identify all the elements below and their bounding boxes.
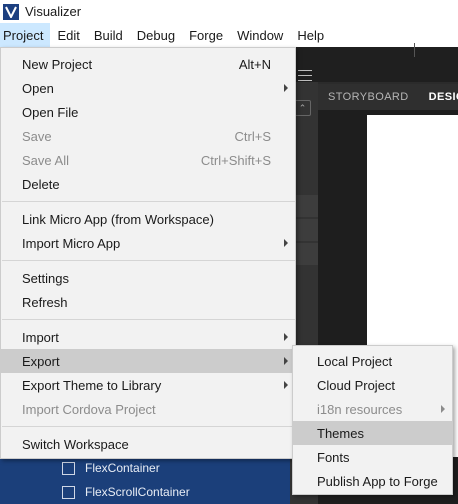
- menu-item-label: Publish App to Forge: [317, 473, 438, 489]
- menu-item-settings[interactable]: Settings: [1, 266, 295, 290]
- canvas-tabs: STORYBOARD DESIG: [318, 84, 458, 110]
- menu-build[interactable]: Build: [87, 23, 130, 47]
- widget-flexcontainer[interactable]: FlexContainer: [62, 459, 160, 477]
- menu-item-label: Save: [22, 128, 52, 144]
- menu-item-label: i18n resources: [317, 401, 403, 417]
- panel-row: [296, 219, 318, 241]
- flexcontainer-icon: [62, 461, 75, 475]
- menu-item-label: Settings: [22, 270, 69, 286]
- hamburger-menu-icon[interactable]: [298, 70, 312, 82]
- menu-help[interactable]: Help: [290, 23, 331, 47]
- menu-separator: [2, 426, 295, 427]
- menu-item-label: New Project: [22, 56, 93, 72]
- project-menu: New Project Alt+N Open Open File Save Ct…: [0, 47, 296, 459]
- menu-item-export[interactable]: Export: [1, 349, 295, 373]
- menu-item-label: Delete: [22, 176, 60, 192]
- menu-separator: [2, 201, 295, 202]
- menu-item-label: Export: [22, 353, 60, 369]
- menu-item-fonts[interactable]: Fonts: [293, 445, 452, 469]
- menu-item-label: Local Project: [317, 353, 393, 369]
- menu-item-local-project[interactable]: Local Project: [293, 349, 452, 373]
- menu-separator: [2, 260, 295, 261]
- menu-item-label: Open File: [22, 104, 79, 120]
- widgets-list: FlexContainer FlexScrollContainer: [0, 457, 290, 504]
- menu-item-label: Themes: [317, 425, 364, 441]
- menu-item-save-all: Save All Ctrl+Shift+S: [1, 148, 295, 172]
- menu-item-label: Cloud Project: [317, 377, 396, 393]
- menu-item-label: Open: [22, 80, 54, 96]
- menu-item-publish-app-to-forge[interactable]: Publish App to Forge: [293, 469, 452, 493]
- menu-item-shortcut: Ctrl+S: [234, 128, 271, 144]
- panel-row: [296, 243, 318, 265]
- menu-item-save: Save Ctrl+S: [1, 124, 295, 148]
- widget-label: FlexContainer: [85, 461, 160, 475]
- menu-item-refresh[interactable]: Refresh: [1, 290, 295, 314]
- menu-project[interactable]: Project: [0, 23, 51, 47]
- window-title: Visualizer: [25, 4, 82, 19]
- menu-item-delete[interactable]: Delete: [1, 172, 295, 196]
- tab-divider: [414, 43, 415, 57]
- flexscrollcontainer-icon: [62, 485, 75, 499]
- submenu-arrow-icon: [284, 333, 288, 341]
- submenu-arrow-icon: [284, 239, 288, 247]
- menu-item-open[interactable]: Open: [1, 76, 295, 100]
- menu-item-label: Import: [22, 329, 59, 345]
- menu-item-label: Import Micro App: [22, 235, 121, 251]
- menu-item-new-project[interactable]: New Project Alt+N: [1, 52, 295, 76]
- menu-item-import-micro-app[interactable]: Import Micro App: [1, 231, 295, 255]
- menu-item-cloud-project[interactable]: Cloud Project: [293, 373, 452, 397]
- menu-item-open-file[interactable]: Open File: [1, 100, 295, 124]
- menu-separator: [2, 319, 295, 320]
- menu-item-switch-workspace[interactable]: Switch Workspace: [1, 432, 295, 456]
- tab-storyboard[interactable]: STORYBOARD: [318, 84, 419, 110]
- menu-debug[interactable]: Debug: [130, 23, 182, 47]
- menu-bar: Project Edit Build Debug Forge Window He…: [0, 23, 458, 47]
- menu-item-import[interactable]: Import: [1, 325, 295, 349]
- menu-item-export-theme-to-library[interactable]: Export Theme to Library: [1, 373, 295, 397]
- widget-label: FlexScrollContainer: [85, 485, 190, 499]
- menu-item-label: Import Cordova Project: [22, 401, 156, 417]
- menu-item-label: Export Theme to Library: [22, 377, 162, 393]
- panel-row: [296, 195, 318, 217]
- menu-item-import-cordova-project: Import Cordova Project: [1, 397, 295, 421]
- submenu-arrow-icon: [441, 405, 445, 413]
- title-bar: Visualizer: [0, 0, 458, 23]
- menu-item-shortcut: Ctrl+Shift+S: [200, 152, 271, 168]
- menu-edit[interactable]: Edit: [50, 23, 86, 47]
- menu-item-label: Save All: [22, 152, 69, 168]
- menu-window[interactable]: Window: [230, 23, 290, 47]
- menu-item-shortcut: Alt+N: [238, 56, 271, 72]
- export-submenu: Local Project Cloud Project i18n resourc…: [292, 345, 453, 495]
- menu-forge[interactable]: Forge: [182, 23, 230, 47]
- tab-design[interactable]: DESIG: [419, 84, 458, 110]
- visualizer-logo-icon: [3, 3, 19, 20]
- menu-item-themes[interactable]: Themes: [293, 421, 452, 445]
- panel-selector-chevron-icon[interactable]: ⌃: [294, 100, 311, 116]
- widget-flexscrollcontainer[interactable]: FlexScrollContainer: [62, 483, 190, 501]
- menu-item-label: Fonts: [317, 449, 350, 465]
- submenu-arrow-icon: [284, 84, 288, 92]
- menu-item-label: Switch Workspace: [22, 436, 129, 452]
- submenu-arrow-icon: [284, 357, 288, 365]
- menu-item-label: Link Micro App (from Workspace): [22, 211, 214, 227]
- menu-item-label: Refresh: [22, 294, 68, 310]
- menu-item-link-micro-app[interactable]: Link Micro App (from Workspace): [1, 207, 295, 231]
- submenu-arrow-icon: [284, 381, 288, 389]
- menu-item-i18n-resources: i18n resources: [293, 397, 452, 421]
